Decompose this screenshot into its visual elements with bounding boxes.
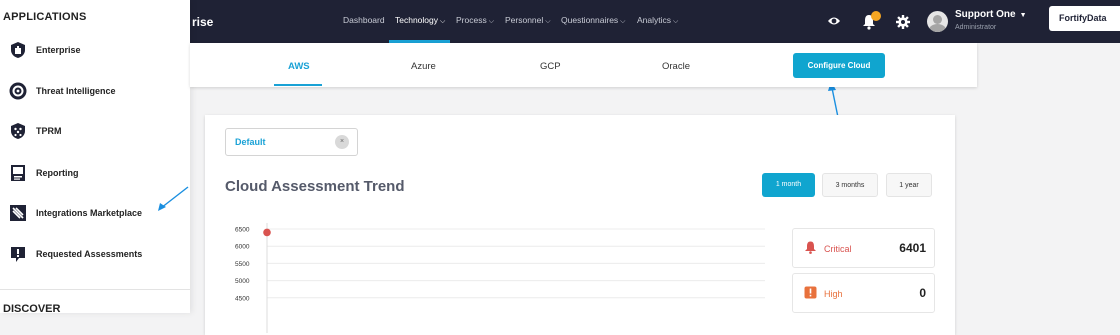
gear-icon[interactable]	[896, 15, 910, 29]
tab-oracle[interactable]: Oracle	[662, 61, 690, 72]
sidebar-item-reporting[interactable]: Reporting	[0, 158, 190, 188]
avatar[interactable]	[927, 11, 948, 32]
sidebar-item-label: Requested Assessments	[36, 249, 143, 259]
enterprise-icon	[11, 42, 25, 58]
high-stat-card[interactable]: High 0	[792, 273, 935, 313]
active-tab-indicator	[274, 84, 322, 86]
tab-azure[interactable]: Azure	[411, 61, 436, 72]
exclamation-icon	[11, 247, 25, 262]
chart-title: Cloud Assessment Trend	[225, 178, 405, 195]
cloud-assessment-card: Default × Cloud Assessment Trend 1 month…	[205, 115, 955, 335]
brand-name: rise	[192, 15, 214, 29]
nav-label: Analytics	[637, 15, 672, 25]
sidebar-item-enterprise[interactable]: Enterprise	[0, 35, 190, 65]
tprm-icon	[11, 123, 25, 139]
org-switcher-button[interactable]: FortifyData	[1049, 6, 1120, 31]
chevron-down-icon: ⌵	[620, 18, 626, 25]
notification-badge	[871, 11, 881, 21]
nav-label: Technology	[395, 15, 439, 25]
caret-down-icon: ▼	[1019, 12, 1027, 19]
clear-icon[interactable]: ×	[335, 135, 349, 149]
sidebar-item-label: Threat Intelligence	[36, 86, 116, 96]
nav-process[interactable]: Process ⌵	[456, 15, 494, 26]
stat-value: 6401	[899, 241, 926, 255]
sidebar-item-label: Enterprise	[36, 45, 81, 55]
cloud-provider-tabs: AWS Azure GCP Oracle Configure Cloud	[190, 43, 977, 87]
trend-chart: 6500 6000 5500 5000 4500	[235, 223, 765, 333]
nav-personnel[interactable]: Personnel ⌵	[505, 15, 551, 26]
eye-icon[interactable]	[827, 15, 841, 27]
y-tick-label: 5500	[235, 261, 250, 268]
tab-aws[interactable]: AWS	[288, 61, 310, 72]
y-tick-label: 4500	[235, 295, 250, 302]
range-3-months-button[interactable]: 3 months	[822, 173, 878, 197]
org-name: FortifyData	[1059, 13, 1107, 23]
tab-gcp[interactable]: GCP	[540, 61, 561, 72]
nav-label: Questionnaires	[561, 15, 619, 25]
chevron-down-icon: ⌵	[440, 18, 446, 25]
stat-label: Critical	[824, 244, 852, 254]
sidebar-item-label: Reporting	[36, 168, 79, 178]
nav-label: Process	[456, 15, 487, 25]
applications-sidebar: APPLICATIONS Enterprise Threat Intellige…	[0, 0, 190, 315]
integrations-icon	[10, 205, 26, 221]
y-tick-label: 5000	[235, 278, 250, 285]
sidebar-item-requested-assessments[interactable]: Requested Assessments	[0, 239, 190, 269]
stat-value: 0	[919, 286, 926, 300]
chevron-down-icon: ⌵	[545, 18, 551, 25]
range-1-year-button[interactable]: 1 year	[886, 173, 932, 197]
y-tick-label: 6000	[235, 244, 250, 251]
data-point[interactable]	[263, 228, 271, 237]
sidebar-divider	[0, 289, 190, 290]
chevron-down-icon: ⌵	[488, 18, 495, 25]
y-tick-label: 6500	[235, 227, 250, 234]
high-alert-icon	[804, 286, 817, 299]
select-value: Default	[235, 137, 266, 147]
configure-cloud-button[interactable]: Configure Cloud	[793, 53, 885, 78]
nav-dashboard[interactable]: Dashboard	[343, 15, 385, 25]
sidebar-item-tprm[interactable]: TPRM	[0, 116, 190, 146]
sidebar-item-threat-intelligence[interactable]: Threat Intelligence	[0, 76, 190, 106]
threat-intelligence-icon	[9, 82, 27, 100]
range-1-month-button[interactable]: 1 month	[762, 173, 815, 197]
stat-label: High	[824, 289, 843, 299]
nav-label: Personnel	[505, 15, 544, 25]
nav-questionnaires[interactable]: Questionnaires ⌵	[561, 15, 625, 26]
sidebar-section-discover: DISCOVER	[3, 303, 61, 315]
sidebar-title: APPLICATIONS	[3, 11, 87, 23]
nav-technology[interactable]: Technology ⌵	[395, 15, 445, 26]
nav-analytics[interactable]: Analytics ⌵	[637, 15, 678, 26]
chevron-down-icon: ⌵	[673, 18, 679, 25]
user-name: Support One	[955, 9, 1016, 20]
critical-bell-icon	[805, 241, 816, 254]
annotation-arrow-icon	[158, 186, 189, 211]
user-menu[interactable]: Support One ▼	[955, 9, 1027, 20]
user-role: Administrator	[955, 24, 997, 31]
nav-label: Dashboard	[343, 15, 385, 25]
sidebar-item-label: Integrations Marketplace	[36, 208, 143, 218]
reporting-icon	[11, 165, 25, 181]
profile-select[interactable]: Default ×	[225, 128, 358, 156]
sidebar-item-label: TPRM	[36, 126, 62, 136]
critical-stat-card[interactable]: Critical 6401	[792, 228, 935, 268]
